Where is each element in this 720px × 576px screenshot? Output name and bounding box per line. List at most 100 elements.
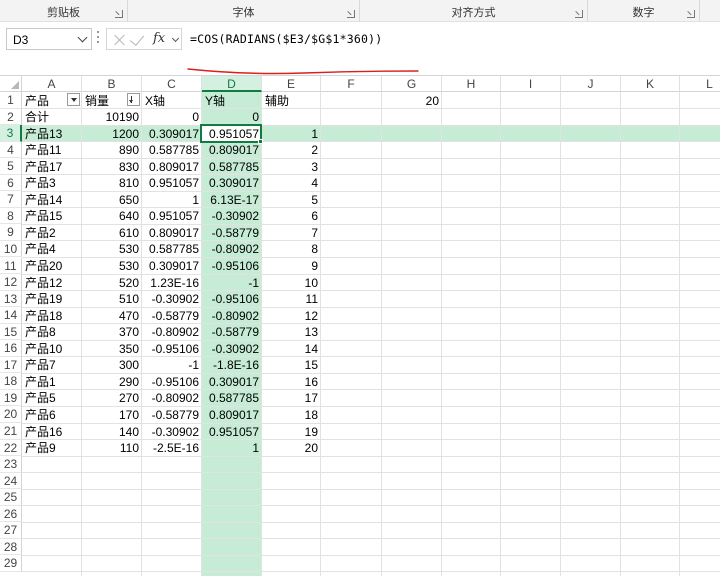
row-header-29[interactable]: 29 [0, 555, 22, 572]
cell-x: 0.951057 [148, 176, 199, 191]
dialog-launcher-icon[interactable] [115, 10, 123, 18]
filter-dropdown-icon[interactable] [67, 93, 80, 106]
cancel-icon[interactable] [113, 33, 127, 47]
row-header-19[interactable]: 19 [0, 389, 22, 407]
row-header-13[interactable]: 13 [0, 290, 22, 308]
cell-y: -0.80902 [211, 242, 259, 257]
cell-product: 产品15 [25, 209, 63, 224]
row-header-25[interactable]: 25 [0, 489, 22, 506]
cell-x: 0 [192, 110, 199, 125]
ribbon-group-font: 字体 [128, 0, 360, 21]
dialog-launcher-icon[interactable] [575, 10, 583, 18]
row-header-4[interactable]: 4 [0, 141, 22, 159]
row-header-15[interactable]: 15 [0, 323, 22, 341]
row-header-20[interactable]: 20 [0, 406, 22, 423]
row-header-22[interactable]: 22 [0, 439, 22, 457]
dialog-launcher-icon[interactable] [347, 10, 355, 18]
cell-y: 0.587785 [208, 391, 259, 406]
column-header-c[interactable]: C [142, 76, 202, 92]
cell-helper: 20 [304, 441, 318, 456]
row-header-3[interactable]: 3 [0, 125, 22, 142]
row-header-2[interactable]: 2 [0, 108, 22, 126]
cell-x: -0.58779 [151, 308, 199, 323]
cell-x: 0.809017 [148, 159, 199, 174]
cell-y: -0.58779 [211, 325, 259, 340]
cell-product: 合计 [25, 110, 50, 125]
row-header-11[interactable]: 11 [0, 257, 22, 275]
cell-y: 0.809017 [208, 407, 259, 422]
cell-sales: 530 [118, 242, 139, 257]
cell-product: 产品1 [25, 374, 56, 389]
chevron-down-icon[interactable] [77, 32, 88, 43]
cell-sales: 610 [118, 225, 139, 240]
row-header-14[interactable]: 14 [0, 307, 22, 324]
cell-x: 0.951057 [148, 209, 199, 224]
cell-sales: 650 [118, 192, 139, 207]
cell-product: 产品7 [25, 358, 56, 373]
cell-x: 0.587785 [148, 143, 199, 158]
cell-area[interactable]: 产品 销量 X轴 Y轴 辅助 20 合计 10190 0 0 产品13 1200 0.309017 0.9… [22, 92, 720, 576]
column-header-e[interactable]: E [262, 76, 321, 92]
column-header-f[interactable]: F [321, 76, 382, 92]
row-header-24[interactable]: 24 [0, 472, 22, 490]
cell-product: 产品20 [25, 259, 63, 273]
column-header-b[interactable]: B [82, 76, 142, 92]
sort-filter-icon[interactable] [127, 93, 140, 106]
column-header-k[interactable]: K [621, 76, 680, 92]
cell-product: 产品11 [25, 143, 62, 158]
select-all-button[interactable] [0, 76, 22, 92]
cell-helper: 5 [311, 192, 318, 207]
cell-y: -0.30902 [211, 341, 259, 356]
row-header-9[interactable]: 9 [0, 224, 22, 241]
header-x-axis: X轴 [145, 93, 166, 108]
row-header-1[interactable]: 1 [0, 92, 22, 109]
row-header-8[interactable]: 8 [0, 207, 22, 225]
cell-x: -0.80902 [151, 325, 199, 340]
column-header-h[interactable]: H [442, 76, 501, 92]
column-header-d[interactable]: D [202, 76, 262, 92]
insert-function-button[interactable]: fx [153, 31, 165, 46]
column-header-g[interactable]: G [382, 76, 442, 92]
cell-x: 1.23E-16 [150, 275, 199, 290]
row-header-26[interactable]: 26 [0, 505, 22, 523]
gridline-vertical [201, 92, 202, 576]
chevron-down-icon[interactable] [171, 34, 180, 43]
cell-product: 产品18 [25, 308, 63, 323]
gridline-vertical [679, 92, 680, 576]
row-header-12[interactable]: 12 [0, 274, 22, 291]
row-header-18[interactable]: 18 [0, 373, 22, 390]
enter-check-icon[interactable] [129, 30, 145, 47]
cell-g1-divisor: 20 [425, 93, 439, 108]
name-box[interactable]: D3 [6, 28, 92, 50]
cell-x: -0.95106 [151, 341, 199, 356]
row-header-28[interactable]: 28 [0, 538, 22, 556]
cell-product: 产品12 [25, 275, 63, 290]
gridline-vertical [320, 92, 321, 576]
row-header-5[interactable]: 5 [0, 158, 22, 175]
row-header-23[interactable]: 23 [0, 456, 22, 473]
cell-helper [263, 109, 320, 125]
gridline-horizontal [22, 505, 720, 507]
column-header-i[interactable]: I [501, 76, 561, 92]
cell-sales: 470 [118, 308, 139, 323]
cell-y: -0.58779 [211, 225, 259, 240]
drag-handle-icon[interactable] [97, 31, 100, 45]
row-header-7[interactable]: 7 [0, 191, 22, 208]
cell-sales: 810 [118, 176, 139, 191]
cell-sales: 300 [118, 358, 139, 373]
header-helper: 辅助 [265, 93, 290, 108]
column-header-j[interactable]: J [561, 76, 621, 92]
cell-product: 产品16 [25, 424, 63, 439]
cell-y: 0.587785 [208, 159, 259, 174]
formula-bar: D3 fx =COS(RADIANS($E3/$G$1*360)) [0, 22, 720, 76]
dialog-launcher-icon[interactable] [687, 10, 695, 18]
cell-helper: 3 [311, 159, 318, 174]
column-header-l[interactable]: L [680, 76, 720, 92]
row-header-27[interactable]: 27 [0, 522, 22, 539]
row-header-6[interactable]: 6 [0, 174, 22, 192]
row-header-10[interactable]: 10 [0, 240, 22, 258]
column-header-a[interactable]: A [22, 76, 82, 92]
row-header-16[interactable]: 16 [0, 340, 22, 357]
row-header-21[interactable]: 21 [0, 423, 22, 440]
row-header-17[interactable]: 17 [0, 356, 22, 374]
